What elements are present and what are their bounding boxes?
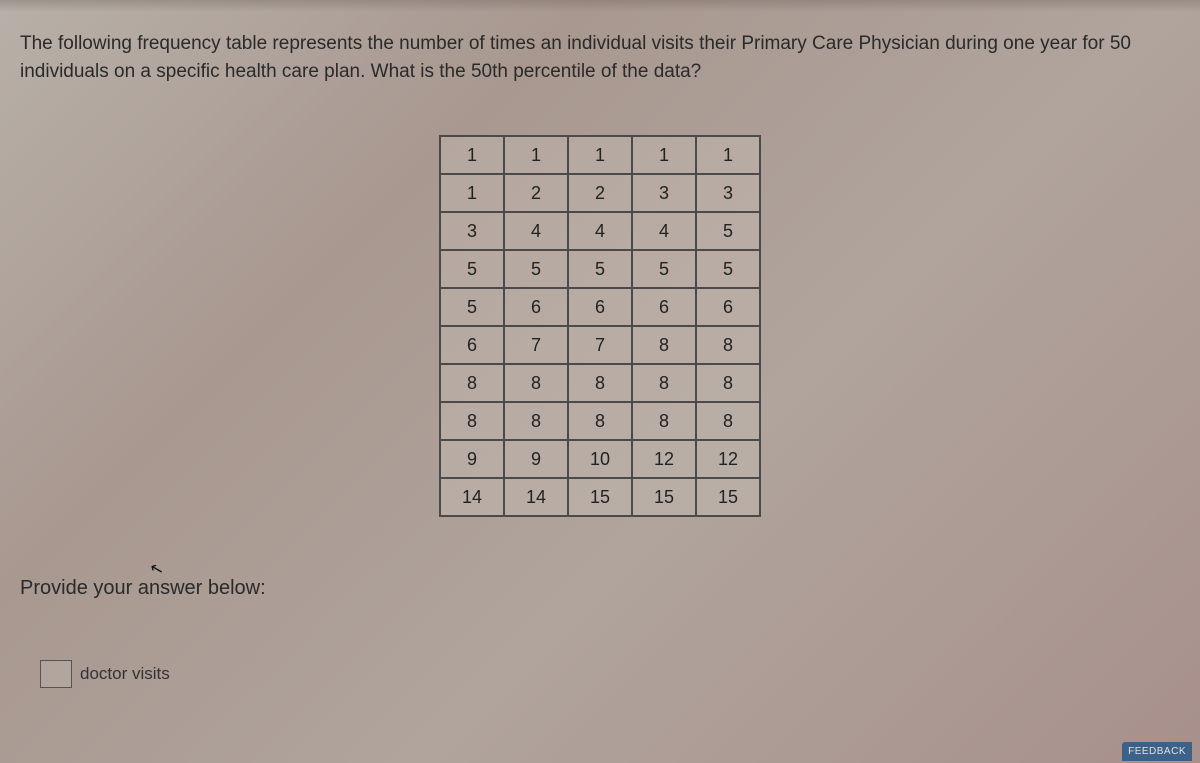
- table-cell: 8: [568, 402, 632, 440]
- table-cell: 1: [440, 174, 504, 212]
- table-cell: 14: [504, 478, 568, 516]
- feedback-button[interactable]: FEEDBACK: [1122, 742, 1192, 761]
- top-shadow: [0, 0, 1200, 12]
- question-text: The following frequency table represents…: [20, 30, 1180, 85]
- table-cell: 14: [440, 478, 504, 516]
- data-table: 1111112233344455555556666677888888888888…: [439, 135, 761, 517]
- table-row: 56666: [440, 288, 760, 326]
- table-cell: 12: [696, 440, 760, 478]
- table-cell: 5: [568, 250, 632, 288]
- table-cell: 3: [440, 212, 504, 250]
- table-cell: 7: [504, 326, 568, 364]
- table-cell: 9: [504, 440, 568, 478]
- table-cell: 1: [440, 136, 504, 174]
- table-cell: 5: [504, 250, 568, 288]
- answer-prompt: ↖ Provide your answer below:: [20, 577, 1180, 600]
- table-cell: 6: [632, 288, 696, 326]
- table-cell: 4: [632, 212, 696, 250]
- table-cell: 15: [568, 478, 632, 516]
- table-cell: 8: [632, 326, 696, 364]
- table-cell: 5: [440, 288, 504, 326]
- table-cell: 8: [568, 364, 632, 402]
- table-cell: 5: [440, 250, 504, 288]
- table-cell: 7: [568, 326, 632, 364]
- table-cell: 9: [440, 440, 504, 478]
- answer-input[interactable]: [40, 660, 72, 688]
- table-cell: 6: [440, 326, 504, 364]
- answer-section: ↖ Provide your answer below: doctor visi…: [20, 577, 1180, 688]
- table-cell: 4: [504, 212, 568, 250]
- table-cell: 8: [440, 402, 504, 440]
- table-cell: 15: [632, 478, 696, 516]
- answer-prompt-text: Provide your answer below:: [20, 577, 266, 599]
- answer-label: doctor visits: [80, 664, 170, 684]
- table-cell: 1: [696, 136, 760, 174]
- table-cell: 8: [696, 326, 760, 364]
- table-row: 99101212: [440, 440, 760, 478]
- table-cell: 8: [504, 402, 568, 440]
- table-row: 11111: [440, 136, 760, 174]
- table-cell: 1: [504, 136, 568, 174]
- table-row: 67788: [440, 326, 760, 364]
- table-cell: 12: [632, 440, 696, 478]
- table-cell: 10: [568, 440, 632, 478]
- table-row: 34445: [440, 212, 760, 250]
- table-row: 12233: [440, 174, 760, 212]
- table-cell: 8: [696, 364, 760, 402]
- data-table-wrap: 1111112233344455555556666677888888888888…: [20, 135, 1180, 517]
- table-cell: 8: [632, 364, 696, 402]
- table-row: 88888: [440, 364, 760, 402]
- table-cell: 5: [696, 212, 760, 250]
- table-cell: 8: [696, 402, 760, 440]
- table-cell: 2: [568, 174, 632, 212]
- table-cell: 4: [568, 212, 632, 250]
- table-cell: 8: [440, 364, 504, 402]
- table-cell: 3: [632, 174, 696, 212]
- table-cell: 8: [504, 364, 568, 402]
- table-row: 88888: [440, 402, 760, 440]
- table-cell: 2: [504, 174, 568, 212]
- table-cell: 6: [504, 288, 568, 326]
- table-cell: 6: [696, 288, 760, 326]
- table-cell: 15: [696, 478, 760, 516]
- table-cell: 1: [632, 136, 696, 174]
- table-cell: 8: [632, 402, 696, 440]
- table-cell: 5: [632, 250, 696, 288]
- answer-input-row: doctor visits: [40, 660, 1180, 688]
- table-cell: 6: [568, 288, 632, 326]
- table-cell: 5: [696, 250, 760, 288]
- table-row: 1414151515: [440, 478, 760, 516]
- table-row: 55555: [440, 250, 760, 288]
- table-cell: 1: [568, 136, 632, 174]
- table-cell: 3: [696, 174, 760, 212]
